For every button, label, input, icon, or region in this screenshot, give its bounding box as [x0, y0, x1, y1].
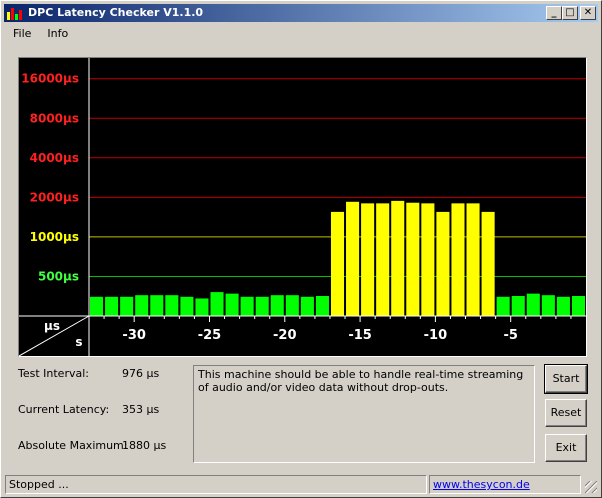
bar-30 [541, 295, 555, 316]
bar-22 [421, 203, 435, 316]
close-button[interactable]: ✕ [580, 6, 596, 20]
bar-32 [571, 295, 585, 316]
bar-14 [300, 296, 314, 316]
bar-20 [391, 200, 405, 316]
bar-24 [451, 203, 465, 316]
minimize-button[interactable]: _ [546, 6, 562, 20]
bar-26 [481, 211, 495, 316]
menu-bar: File Info [5, 25, 76, 43]
bar-0 [90, 296, 104, 316]
bar-9 [225, 293, 239, 316]
x-tick-label-0: -30 [122, 328, 146, 343]
y-tick-label-5: 500µs [38, 269, 79, 283]
bar-6 [180, 296, 194, 316]
bar-15 [315, 295, 329, 316]
bar-8 [210, 292, 224, 316]
y-tick-label-3: 2000µs [30, 190, 79, 204]
window-title: DPC Latency Checker V1.1.0 [28, 6, 204, 19]
bar-3 [135, 295, 149, 316]
status-bar: Stopped ... www.thesycon.de [5, 475, 599, 495]
bar-16 [330, 211, 345, 316]
y-tick-label-2: 4000µs [30, 151, 79, 165]
app-window: DPC Latency Checker V1.1.0 _ □ ✕ File In… [0, 0, 602, 498]
bar-1 [105, 296, 119, 316]
x-tick-label-1: -25 [198, 328, 222, 343]
absolute-maximum-label: Absolute Maximum: [18, 439, 128, 452]
x-tick-label-5: -5 [503, 328, 517, 343]
current-latency-label: Current Latency: [18, 403, 110, 416]
bar-11 [255, 296, 269, 316]
bar-13 [285, 295, 299, 316]
bar-28 [511, 295, 525, 316]
bar-25 [466, 203, 480, 316]
latency-chart-svg: 16000µs 8000µs 4000µs 2000µs 1000µs 500µs µs s -… [19, 58, 586, 356]
resize-grip-icon[interactable] [585, 481, 597, 493]
y-tick-label-4: 1000µs [30, 230, 79, 244]
corner-unit-s: s [75, 335, 82, 349]
bar-12 [270, 295, 284, 316]
status-message: This machine should be able to handle re… [193, 365, 535, 463]
website-link[interactable]: www.thesycon.de [433, 478, 530, 491]
reset-button[interactable]: Reset [545, 399, 587, 427]
bar-21 [406, 202, 420, 316]
bar-29 [526, 293, 540, 316]
start-button[interactable]: Start [544, 364, 588, 394]
bar-23 [436, 211, 450, 316]
bar-19 [376, 203, 390, 316]
title-bar[interactable]: DPC Latency Checker V1.1.0 _ □ ✕ [4, 4, 598, 22]
bar-18 [361, 203, 375, 316]
y-tick-label-0: 16000µs [21, 72, 79, 86]
bar-27 [496, 296, 510, 316]
test-interval-value: 976 µs [122, 367, 160, 380]
bar-7 [195, 298, 209, 316]
bar-2 [120, 296, 134, 316]
latency-chart: 16000µs 8000µs 4000µs 2000µs 1000µs 500µs µs s -… [18, 57, 587, 357]
menu-file[interactable]: File [5, 25, 39, 43]
maximize-button[interactable]: □ [562, 6, 578, 20]
bar-10 [240, 296, 254, 316]
menu-info[interactable]: Info [39, 25, 76, 43]
bar-5 [165, 295, 179, 316]
x-tick-label-2: -20 [273, 328, 297, 343]
website-cell: www.thesycon.de [429, 475, 581, 494]
x-tick-label-3: -15 [348, 328, 372, 343]
status-text: Stopped ... [5, 475, 427, 494]
current-latency-value: 353 µs [122, 403, 160, 416]
x-tick-label-4: -10 [424, 328, 448, 343]
y-tick-label-1: 8000µs [30, 111, 79, 125]
absolute-maximum-value: 1880 µs [122, 439, 167, 452]
bar-17 [346, 201, 360, 316]
app-bar-chart-icon [7, 6, 23, 20]
exit-button[interactable]: Exit [545, 434, 587, 462]
test-interval-label: Test Interval: [18, 367, 89, 380]
corner-unit-us: µs [44, 319, 60, 333]
bar-31 [556, 296, 570, 316]
bar-4 [150, 295, 164, 316]
